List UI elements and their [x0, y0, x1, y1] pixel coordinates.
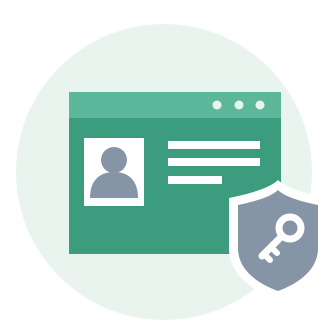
- window-dot-3: [255, 100, 265, 110]
- window-dot-2: [234, 100, 244, 110]
- window-dot-1: [212, 100, 222, 110]
- text-line-1: [168, 141, 260, 149]
- window-titlebar: [69, 92, 281, 118]
- illustration-canvas: [16, 24, 327, 320]
- key-tooth-1: [268, 244, 280, 256]
- avatar-head: [101, 147, 127, 173]
- key-tooth-2: [261, 251, 273, 263]
- illustration: [0, 0, 328, 327]
- text-line-2: [168, 158, 260, 166]
- user-avatar-icon: [84, 138, 144, 206]
- text-line-3: [168, 176, 222, 184]
